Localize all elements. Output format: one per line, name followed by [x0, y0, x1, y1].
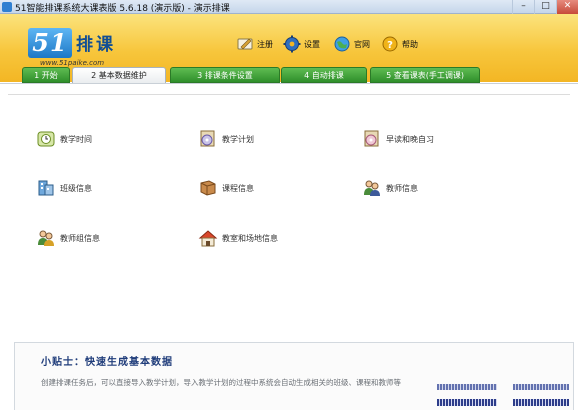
teachers-icon	[362, 178, 382, 198]
help-icon: ?	[381, 35, 399, 53]
close-button[interactable]: ✕	[556, 0, 578, 14]
settings-gear-icon	[283, 35, 301, 53]
item-label: 教师信息	[386, 183, 418, 193]
tab-view-timetable[interactable]: 5 查看课表(手工调课)	[370, 67, 480, 83]
book-icon	[198, 178, 218, 198]
item-label: 教室和场地信息	[222, 233, 278, 243]
settings-button[interactable]: 设置	[283, 34, 320, 54]
teacher-group-icon	[36, 228, 56, 248]
help-label: 帮助	[402, 39, 418, 49]
item-label: 课程信息	[222, 183, 254, 193]
app-icon	[2, 2, 12, 12]
website-label: 官网	[354, 39, 370, 49]
watermark-text	[513, 384, 569, 390]
logo: 51 排课 www.51paike.com	[28, 26, 128, 68]
item-teacher-info[interactable]: 教师信息	[362, 177, 418, 199]
item-teacher-group-info[interactable]: 教师组信息	[36, 227, 100, 249]
tab-start[interactable]: 1 开始	[22, 67, 70, 83]
register-label: 注册	[257, 39, 273, 49]
maximize-button[interactable]: □	[534, 0, 556, 14]
logo-number: 51	[28, 28, 72, 58]
window-title: 51智能排课系统大课表版 5.6.18 (演示版) - 演示排课	[15, 4, 230, 14]
item-label: 早读和晚自习	[386, 134, 434, 144]
tips-title: 小贴士：快速生成基本数据	[41, 357, 173, 368]
tips-panel: 小贴士：快速生成基本数据 创建排课任务后，可以直接导入教学计划，导入教学计划的过…	[14, 342, 574, 410]
item-label: 教师组信息	[60, 233, 100, 243]
item-label: 教学时间	[60, 134, 92, 144]
tips-body: 创建排课任务后，可以直接导入教学计划，导入教学计划的过程中系统会自动生成相关的班…	[41, 378, 401, 387]
item-course-info[interactable]: 课程信息	[198, 177, 254, 199]
tab-auto-schedule[interactable]: 4 自动排课	[281, 67, 367, 83]
help-button[interactable]: ? 帮助	[381, 34, 418, 54]
website-button[interactable]: 官网	[333, 34, 370, 54]
clock-icon	[36, 129, 56, 149]
divider	[8, 94, 570, 95]
item-morning-evening-study[interactable]: 早读和晚自习	[362, 128, 434, 150]
svg-text:?: ?	[387, 40, 393, 51]
minimize-button[interactable]: –	[512, 0, 534, 14]
item-label: 教学计划	[222, 134, 254, 144]
logo-name: 排课	[76, 35, 116, 55]
tab-constraints[interactable]: 3 排课条件设置	[170, 67, 280, 83]
tab-bar: 1 开始 2 基本数据维护 3 排课条件设置 4 自动排课 5 查看课表(手工调…	[0, 67, 578, 84]
globe-icon	[333, 35, 351, 53]
register-button[interactable]: 注册	[236, 34, 273, 54]
watermark-text	[437, 384, 497, 390]
watermark-text	[437, 399, 497, 406]
disc-plan-icon	[198, 129, 218, 149]
item-teaching-plan[interactable]: 教学计划	[198, 128, 254, 150]
watermark-text	[513, 399, 569, 406]
register-icon	[236, 35, 254, 53]
item-teaching-time[interactable]: 教学时间	[36, 128, 92, 150]
item-label: 班级信息	[60, 183, 92, 193]
item-classroom-venue-info[interactable]: 教室和场地信息	[198, 227, 278, 249]
main-content: 教学时间 教学计划 早读和晚自习 班级信息 课程信息 教师信息 教师组信息 教室…	[0, 83, 578, 410]
title-bar: 51智能排课系统大课表版 5.6.18 (演示版) - 演示排课 – □ ✕	[0, 0, 578, 14]
disc-study-icon	[362, 129, 382, 149]
house-icon	[198, 228, 218, 248]
toolbar: 注册 设置 官网 ? 帮助	[226, 30, 426, 58]
item-class-info[interactable]: 班级信息	[36, 177, 92, 199]
settings-label: 设置	[304, 39, 320, 49]
class-building-icon	[36, 178, 56, 198]
logo-url: www.51paike.com	[40, 59, 105, 67]
tab-basic-data[interactable]: 2 基本数据维护	[72, 67, 166, 84]
